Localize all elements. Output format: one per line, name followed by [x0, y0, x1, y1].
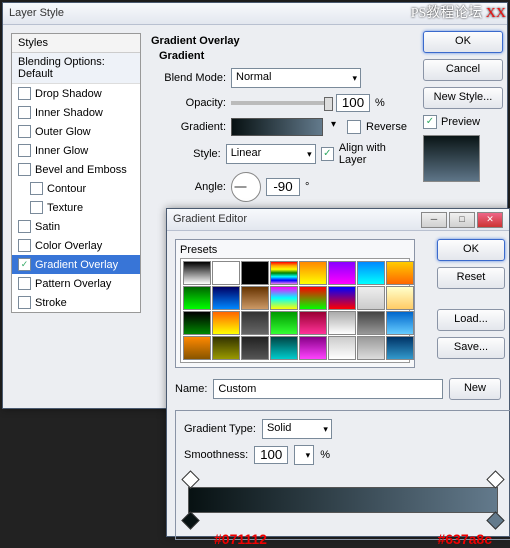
ge-reset-button[interactable]: Reset — [437, 267, 505, 289]
gradient-editor-titlebar[interactable]: Gradient Editor ─ □ ✕ — [167, 209, 509, 231]
preset-swatch[interactable] — [386, 261, 414, 285]
preset-swatch[interactable] — [386, 311, 414, 335]
preset-swatch[interactable] — [357, 311, 385, 335]
style-pattern-overlay[interactable]: Pattern Overlay — [12, 274, 140, 293]
ok-button[interactable]: OK — [423, 31, 503, 53]
preset-swatch[interactable] — [299, 311, 327, 335]
preset-swatch[interactable] — [357, 286, 385, 310]
maximize-button[interactable]: □ — [449, 212, 475, 228]
preset-swatch[interactable] — [270, 311, 298, 335]
preset-swatch[interactable] — [357, 336, 385, 360]
preview-checkbox[interactable]: ✓ — [423, 115, 437, 129]
ge-ok-button[interactable]: OK — [437, 239, 505, 261]
style-label: Style: — [151, 148, 221, 160]
opacity-stop-right[interactable] — [486, 470, 504, 488]
style-stroke[interactable]: Stroke — [12, 293, 140, 312]
preset-swatch[interactable] — [299, 286, 327, 310]
style-texture[interactable]: Texture — [12, 198, 140, 217]
preset-swatch[interactable] — [241, 261, 269, 285]
cancel-button[interactable]: Cancel — [423, 59, 503, 81]
preset-swatch[interactable] — [357, 261, 385, 285]
ge-save-button[interactable]: Save... — [437, 337, 505, 359]
color-stop-left[interactable] — [181, 511, 199, 529]
name-input[interactable]: Custom — [213, 379, 443, 399]
style-contour[interactable]: Contour — [12, 179, 140, 198]
smoothness-label: Smoothness: — [184, 449, 248, 461]
gradient-type-select[interactable]: Solid — [262, 419, 332, 439]
gradient-label: Gradient: — [151, 121, 226, 133]
watermark-text: PS教程论坛 XX — [411, 2, 506, 22]
style-drop-shadow[interactable]: Drop Shadow — [12, 84, 140, 103]
gradient-preview[interactable] — [231, 118, 323, 136]
preset-swatch[interactable] — [241, 311, 269, 335]
preset-swatch[interactable] — [270, 336, 298, 360]
opacity-slider[interactable] — [231, 101, 331, 105]
ge-load-button[interactable]: Load... — [437, 309, 505, 331]
gradient-bar[interactable]: #071112 #637a8c — [184, 473, 502, 531]
checkbox[interactable] — [18, 87, 31, 100]
preset-swatch[interactable] — [212, 261, 240, 285]
preset-swatch[interactable] — [386, 336, 414, 360]
name-label: Name: — [175, 383, 207, 395]
panel-subtitle: Gradient — [159, 50, 411, 62]
preset-swatch[interactable] — [183, 336, 211, 360]
hex-right: #637a8c — [437, 531, 492, 547]
blend-mode-label: Blend Mode: — [151, 72, 226, 84]
preset-swatch[interactable] — [212, 311, 240, 335]
preset-swatch[interactable] — [328, 311, 356, 335]
opacity-stop-left[interactable] — [181, 470, 199, 488]
angle-label: Angle: — [151, 181, 226, 193]
smoothness-input[interactable] — [254, 446, 288, 464]
preset-swatch[interactable] — [386, 286, 414, 310]
style-inner-shadow[interactable]: Inner Shadow — [12, 103, 140, 122]
opacity-input[interactable] — [336, 94, 370, 112]
style-select[interactable]: Linear — [226, 144, 316, 164]
minimize-button[interactable]: ─ — [421, 212, 447, 228]
reverse-checkbox[interactable] — [347, 120, 361, 134]
preset-swatch[interactable] — [328, 286, 356, 310]
panel-title: Gradient Overlay — [151, 35, 411, 47]
hex-left: #071112 — [214, 531, 267, 547]
gradient-type-label: Gradient Type: — [184, 423, 256, 435]
style-color-overlay[interactable]: Color Overlay — [12, 236, 140, 255]
presets-grid — [180, 258, 410, 363]
preset-swatch[interactable] — [212, 336, 240, 360]
blending-options-default[interactable]: Blending Options: Default — [12, 53, 140, 84]
gradient-editor-window: Gradient Editor ─ □ ✕ Presets OK Reset L… — [166, 208, 510, 537]
new-style-button[interactable]: New Style... — [423, 87, 503, 109]
presets-label: Presets — [180, 244, 410, 256]
preset-swatch[interactable] — [212, 286, 240, 310]
smoothness-stepper[interactable] — [294, 445, 314, 465]
presets-panel: Presets — [175, 239, 415, 368]
preset-swatch[interactable] — [328, 261, 356, 285]
color-stop-right[interactable] — [486, 511, 504, 529]
opacity-label: Opacity: — [151, 97, 226, 109]
preset-swatch[interactable] — [299, 336, 327, 360]
new-button[interactable]: New — [449, 378, 501, 400]
preset-swatch[interactable] — [270, 261, 298, 285]
preset-swatch[interactable] — [183, 311, 211, 335]
preset-swatch[interactable] — [270, 286, 298, 310]
style-inner-glow[interactable]: Inner Glow — [12, 141, 140, 160]
close-button[interactable]: ✕ — [477, 212, 503, 228]
angle-dial[interactable] — [231, 172, 261, 202]
angle-input[interactable] — [266, 178, 300, 196]
preset-swatch[interactable] — [183, 261, 211, 285]
style-satin[interactable]: Satin — [12, 217, 140, 236]
preset-swatch[interactable] — [299, 261, 327, 285]
styles-header[interactable]: Styles — [12, 34, 140, 53]
preview-swatch — [423, 135, 480, 182]
align-checkbox[interactable]: ✓ — [321, 147, 334, 161]
style-gradient-overlay[interactable]: ✓Gradient Overlay — [12, 255, 140, 274]
preset-swatch[interactable] — [241, 286, 269, 310]
preset-swatch[interactable] — [328, 336, 356, 360]
styles-list: Styles Blending Options: Default Drop Sh… — [11, 33, 141, 313]
preset-swatch[interactable] — [183, 286, 211, 310]
preset-swatch[interactable] — [241, 336, 269, 360]
blend-mode-select[interactable]: Normal — [231, 68, 361, 88]
style-bevel-emboss[interactable]: Bevel and Emboss — [12, 160, 140, 179]
style-outer-glow[interactable]: Outer Glow — [12, 122, 140, 141]
